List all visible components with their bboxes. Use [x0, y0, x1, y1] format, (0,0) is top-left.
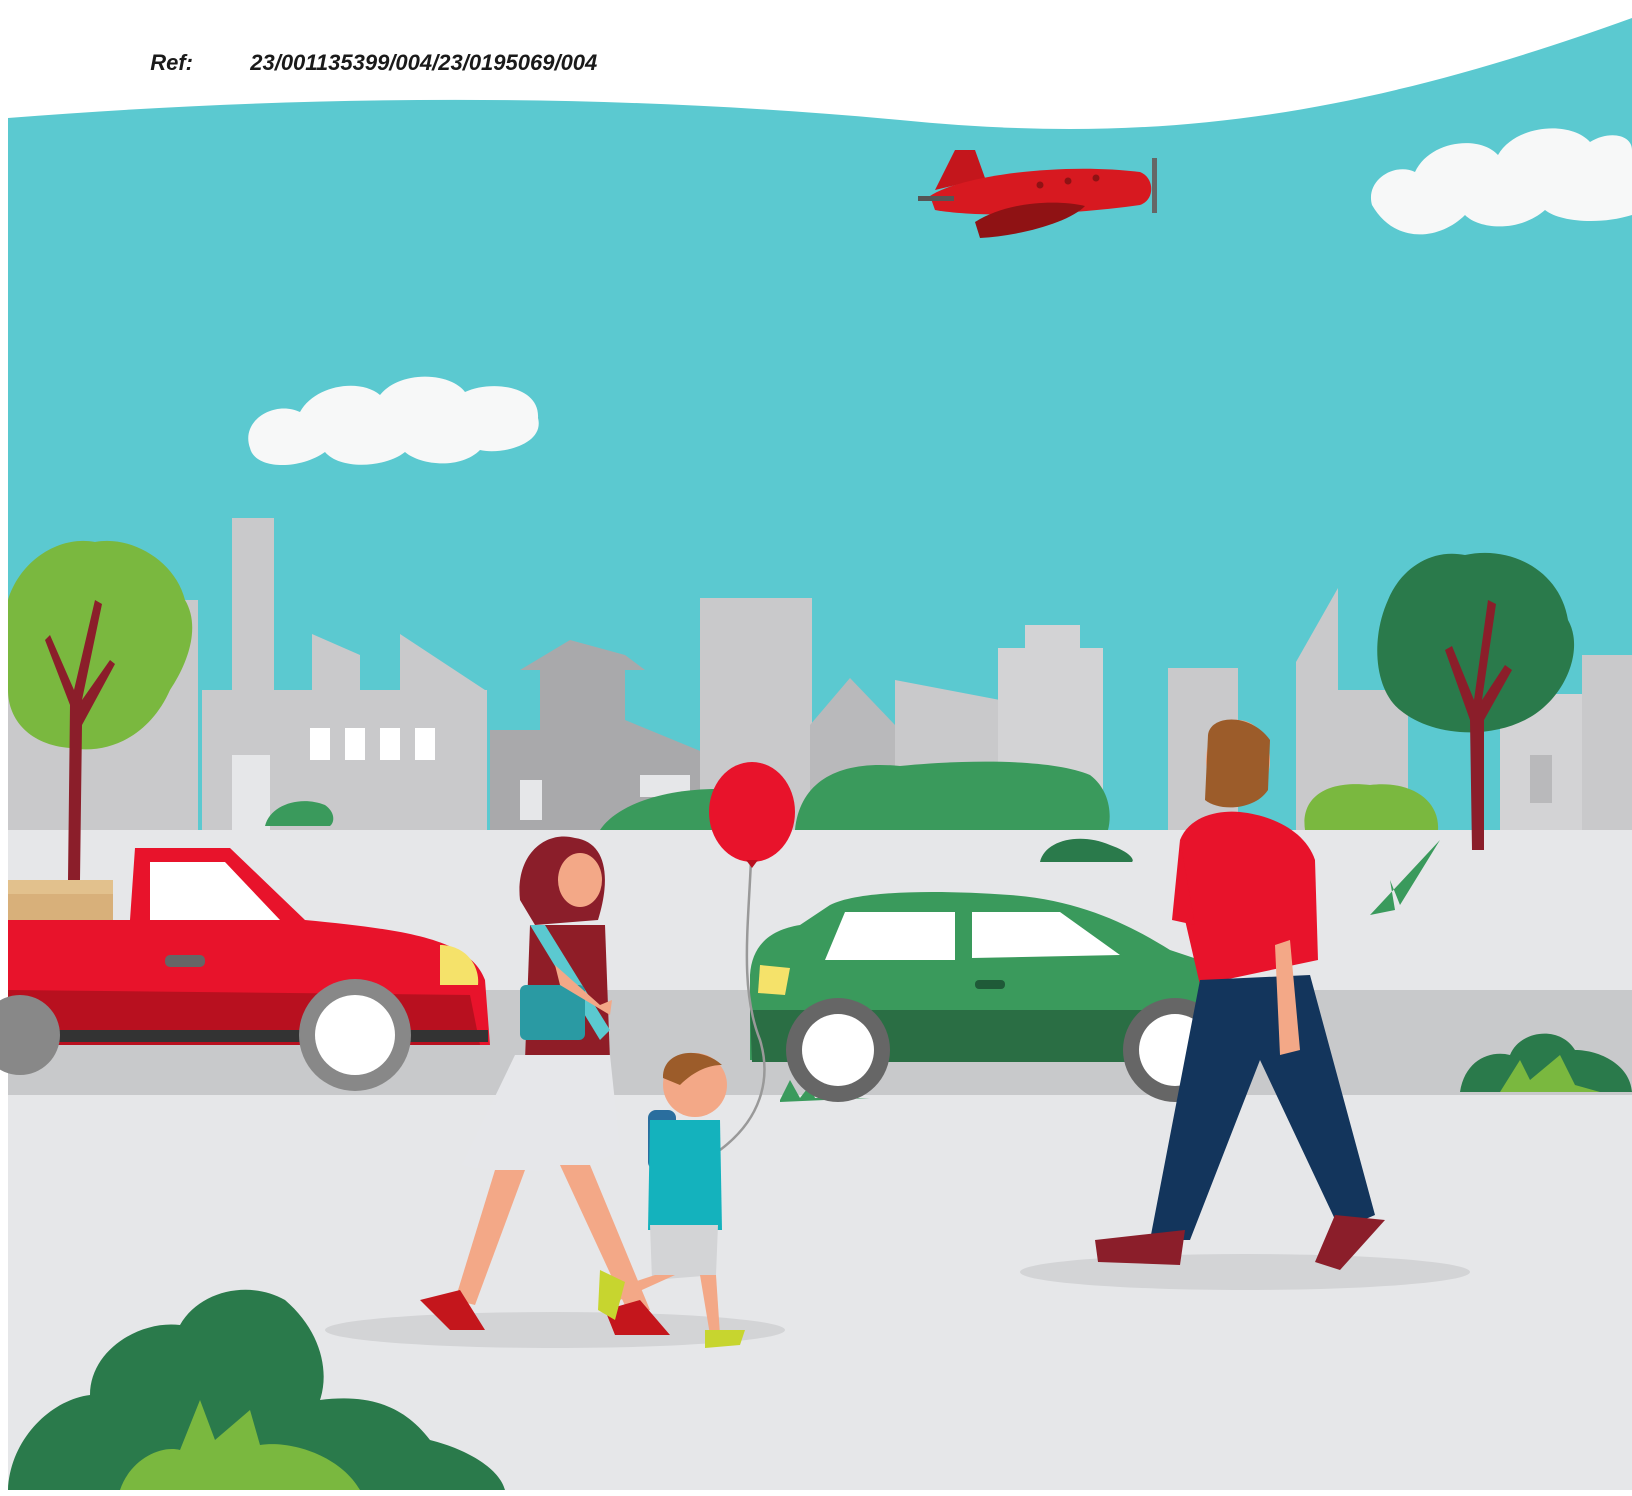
- shadow: [1020, 1254, 1470, 1290]
- bush-icon: [795, 761, 1110, 830]
- illustration: [0, 18, 1632, 1490]
